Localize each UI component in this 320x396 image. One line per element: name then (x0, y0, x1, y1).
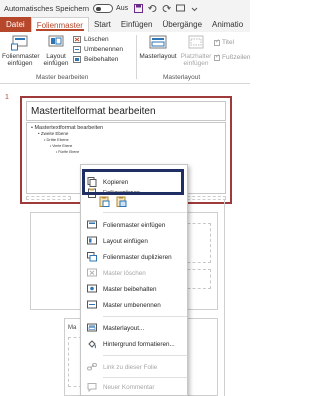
link-to-slide-label: Link zu dieser Folie (103, 363, 158, 371)
duplicate-master-label: Folienmaster duplizieren (103, 253, 172, 261)
slide-master-icon (87, 220, 97, 229)
redo-icon[interactable] (162, 4, 172, 13)
slide-number: 1 (5, 94, 9, 101)
menu-item-master-layout[interactable]: Masterlayout... (81, 320, 187, 336)
date-placeholder (26, 196, 71, 200)
paste-keep-source-icon[interactable] (116, 194, 127, 207)
delete-icon (87, 268, 97, 277)
tab-slide-master[interactable]: Folienmaster (30, 17, 89, 32)
master-layout-icon (87, 323, 97, 332)
context-menu: Kopieren Einfügeoptionen: Folienmaster e… (80, 164, 188, 396)
preserve-label: Beibehalten (84, 56, 119, 63)
rename-button[interactable]: Umbenennen (73, 46, 123, 53)
tab-animations[interactable]: Animatio (207, 17, 248, 32)
save-icon[interactable] (134, 4, 144, 13)
master-layout-label: Masterlayout (139, 53, 177, 60)
rename-icon (73, 46, 81, 53)
footer-checkbox-label: Fußzeilen (222, 54, 251, 61)
slide-number-placeholder (182, 196, 226, 200)
comment-icon (87, 383, 97, 392)
paste-keep-theme-icon[interactable] (99, 194, 110, 207)
rename-label: Umbenennen (84, 46, 124, 53)
preserve-master-label: Master beibehalten (103, 285, 157, 293)
insert-layout-label: Layout einfügen (43, 53, 69, 67)
menu-separator (103, 212, 187, 213)
title-checkbox[interactable]: Titel (214, 38, 235, 46)
master-title-placeholder: Mastertitelformat bearbeiten (26, 101, 226, 121)
delete-button[interactable]: Löschen (73, 36, 109, 43)
rename-icon (87, 300, 97, 309)
menu-item-preserve-master[interactable]: Master beibehalten (81, 281, 187, 297)
menu-item-new-comment[interactable]: Neuer Kommentar (81, 379, 187, 395)
pane-divider (224, 200, 225, 396)
layout-icon (87, 236, 97, 245)
slide-master-icon (11, 35, 29, 51)
undo-icon[interactable] (148, 4, 157, 13)
ribbon-tabs: Datei Folienmaster Start Einfügen Übergä… (0, 17, 250, 32)
delete-icon (73, 36, 81, 43)
paste-options-row (99, 194, 127, 207)
menu-item-link-to-slide[interactable]: Link zu dieser Folie (81, 359, 187, 375)
title-checkbox-label: Titel (222, 39, 235, 46)
pin-icon (87, 284, 97, 293)
footer-checkbox-box (214, 53, 220, 61)
title-bar: Automatisches Speichern Aus (0, 0, 250, 17)
menu-item-rename-master[interactable]: Master umbenennen (81, 297, 187, 313)
present-icon[interactable] (176, 4, 186, 13)
copy-highlight-frame (82, 169, 184, 195)
master-layout-menu-label: Masterlayout... (103, 324, 145, 332)
group-label-master-layout: Masterlayout (163, 74, 201, 81)
quick-access-toolbar (134, 4, 199, 13)
insert-placeholder-label: Platzhalter einfügen (180, 53, 212, 67)
master-layout-button[interactable]: Masterlayout (138, 35, 178, 60)
text-level-5: • Fünfte Ebene (56, 150, 80, 154)
preserve-button[interactable]: Beibehalten (73, 56, 118, 63)
tab-insert[interactable]: Einfügen (116, 17, 158, 32)
ribbon: Folienmaster einfügen Layout einfügen Lö… (0, 32, 251, 84)
placeholder-icon (187, 35, 205, 51)
delete-master-label: Master löschen (103, 269, 146, 277)
menu-item-duplicate-master[interactable]: Folienmaster duplizieren (81, 249, 187, 265)
layout-icon (47, 35, 65, 51)
duplicate-icon (87, 252, 97, 262)
tab-transitions[interactable]: Übergänge (157, 17, 207, 32)
menu-item-insert-slide-master[interactable]: Folienmaster einfügen (81, 217, 187, 233)
insert-layout-menu-label: Layout einfügen (103, 237, 148, 245)
title-checkbox-box (214, 38, 220, 46)
customize-qat-icon[interactable] (190, 4, 199, 13)
preserve-icon (73, 56, 81, 63)
insert-layout-button[interactable]: Layout einfügen (40, 35, 72, 67)
menu-separator (103, 316, 187, 317)
new-comment-label: Neuer Kommentar (103, 383, 155, 391)
menu-separator (103, 377, 187, 378)
delete-label: Löschen (84, 36, 109, 43)
master-layout-icon (149, 35, 167, 51)
menu-item-format-background[interactable]: Hintergrund formatieren... (81, 336, 187, 352)
group-label-edit-master: Master bearbeiten (36, 74, 89, 81)
autosave-toggle[interactable] (93, 4, 114, 13)
menu-item-delete-master[interactable]: Master löschen (81, 265, 187, 281)
menu-separator (103, 355, 187, 356)
format-background-label: Hintergrund formatieren... (103, 340, 175, 348)
footer-checkbox[interactable]: Fußzeilen (214, 53, 251, 61)
link-icon (87, 363, 97, 371)
insert-slide-master-button[interactable]: Folienmaster einfügen (2, 35, 40, 67)
paint-bucket-icon (88, 340, 96, 349)
insert-slide-master-menu-label: Folienmaster einfügen (103, 221, 166, 229)
layout-title-text: Ma (68, 325, 77, 331)
tab-file[interactable]: Datei (0, 17, 31, 32)
rename-master-label: Master umbenennen (103, 301, 161, 309)
tab-home[interactable]: Start (89, 17, 116, 32)
insert-slide-master-label: Folienmaster einfügen (2, 53, 40, 67)
autosave-state: Aus (116, 5, 129, 12)
autosave-label: Automatisches Speichern (4, 4, 90, 13)
group-separator (136, 35, 137, 79)
menu-item-insert-layout[interactable]: Layout einfügen (81, 233, 187, 249)
insert-placeholder-button[interactable]: Platzhalter einfügen (178, 35, 214, 67)
